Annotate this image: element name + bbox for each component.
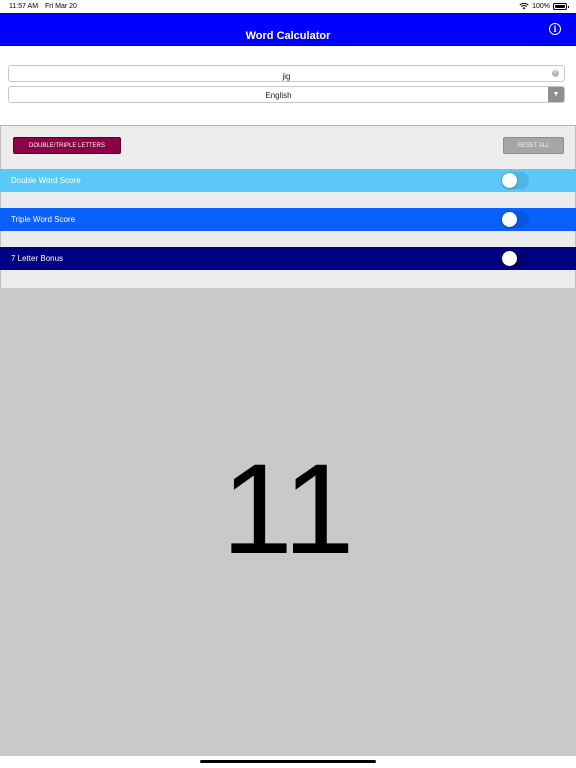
seven-letter-bonus-label: 7 Letter Bonus [11,254,64,263]
app-screen: 11:57 AM Fri Mar 20 100% Word Calculator… [0,0,576,768]
score-area: 11 [0,288,576,756]
word-input[interactable] [9,69,564,84]
language-value: English [265,91,292,100]
seven-letter-bonus-row: 7 Letter Bonus [0,247,576,270]
switch-knob [502,173,517,188]
triple-word-score-switch[interactable] [501,211,529,228]
double-word-score-label: Double Word Score [11,176,81,185]
word-input-field: × [8,65,565,84]
chevron-down-icon[interactable]: ▼ [548,87,564,102]
triple-word-score-row: Triple Word Score [0,208,576,231]
double-word-score-row: Double Word Score [0,169,576,192]
switch-knob [502,251,517,266]
triple-word-score-label: Triple Word Score [11,215,76,224]
battery-percent: 100% [532,2,550,10]
seven-letter-bonus-switch[interactable] [501,250,529,267]
page-title: Word Calculator [245,30,331,42]
language-select[interactable]: English ▼ [8,86,565,103]
reset-all-button[interactable]: RESET ALL [503,137,564,154]
status-bar: 11:57 AM Fri Mar 20 100% [0,0,576,13]
double-triple-letters-button[interactable]: DOUBLE/TRIPLE LETTERS [13,137,121,154]
header-bar: Word Calculator i [0,13,576,46]
switch-knob [502,212,517,227]
battery-icon [553,2,569,10]
home-indicator[interactable] [200,760,376,763]
status-date: Fri Mar 20 [45,3,77,10]
status-time: 11:57 AM [9,3,39,10]
double-word-score-switch[interactable] [501,172,529,189]
status-right: 100% [519,2,569,10]
info-icon[interactable]: i [549,23,561,35]
score-value: 11 [221,438,355,581]
clear-icon[interactable]: × [552,70,559,77]
wifi-icon [519,2,529,10]
